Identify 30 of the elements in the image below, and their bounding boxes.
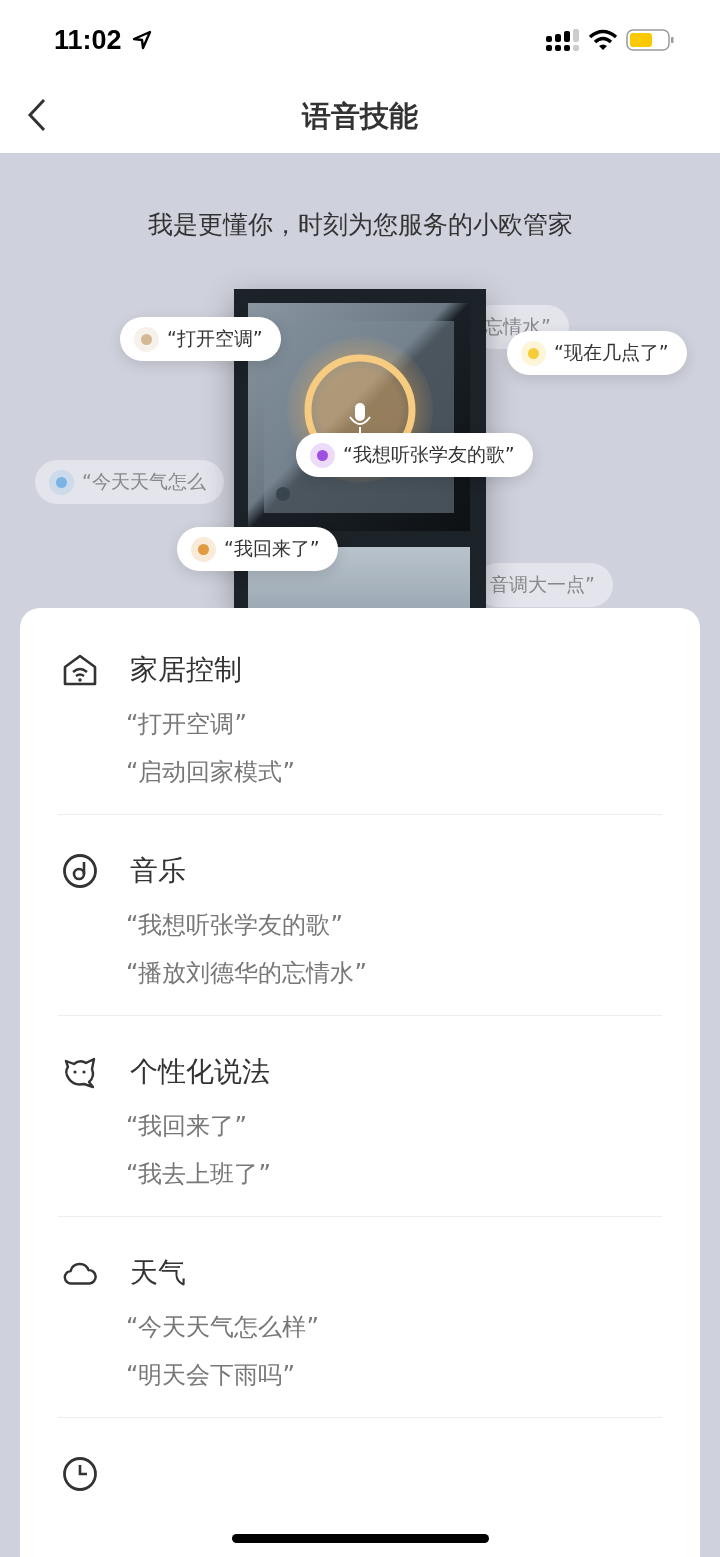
status-time: 11:02 bbox=[54, 24, 122, 56]
face-icon bbox=[62, 1055, 98, 1089]
skill-title: 个性化说法 bbox=[130, 1054, 270, 1090]
example-phrase: “我想听张学友的歌” bbox=[125, 910, 344, 941]
example-phrase: “我去上班了” bbox=[125, 1159, 272, 1190]
skill-title: 家居控制 bbox=[130, 652, 242, 688]
location-icon bbox=[131, 30, 152, 50]
example-phrase: “播放刘德华的忘情水” bbox=[125, 958, 368, 989]
chip-text: 音调大一点” bbox=[490, 572, 595, 597]
skill-title: 音乐 bbox=[130, 853, 186, 889]
back-icon[interactable] bbox=[26, 98, 48, 132]
wifi-icon bbox=[588, 29, 618, 51]
music-disc-icon bbox=[62, 853, 98, 889]
chip-text: “现在几点了” bbox=[554, 340, 669, 365]
hero-tagline: 我是更懂你，时刻为您服务的小欧管家 bbox=[146, 209, 574, 241]
chip-text: “我回来了” bbox=[224, 536, 320, 561]
chip-text: “我想听张学友的歌” bbox=[343, 442, 515, 467]
example-phrase: “打开空调” bbox=[125, 709, 248, 740]
example-phrase: “启动回家模式” bbox=[125, 757, 296, 788]
skill-title: 天气 bbox=[130, 1255, 186, 1291]
page-title: 语音技能 bbox=[302, 97, 418, 135]
home-icon bbox=[62, 653, 98, 687]
signal-icon bbox=[546, 29, 580, 51]
chip-text: “打开空调” bbox=[167, 326, 263, 351]
clock-icon bbox=[62, 1456, 98, 1492]
example-phrase: “我回来了” bbox=[125, 1111, 248, 1142]
example-phrase: “明天会下雨吗” bbox=[125, 1360, 296, 1391]
chip-text: “今天天气怎么 bbox=[82, 469, 206, 494]
battery-icon bbox=[626, 28, 674, 52]
example-phrase: “今天天气怎么样” bbox=[125, 1312, 320, 1343]
